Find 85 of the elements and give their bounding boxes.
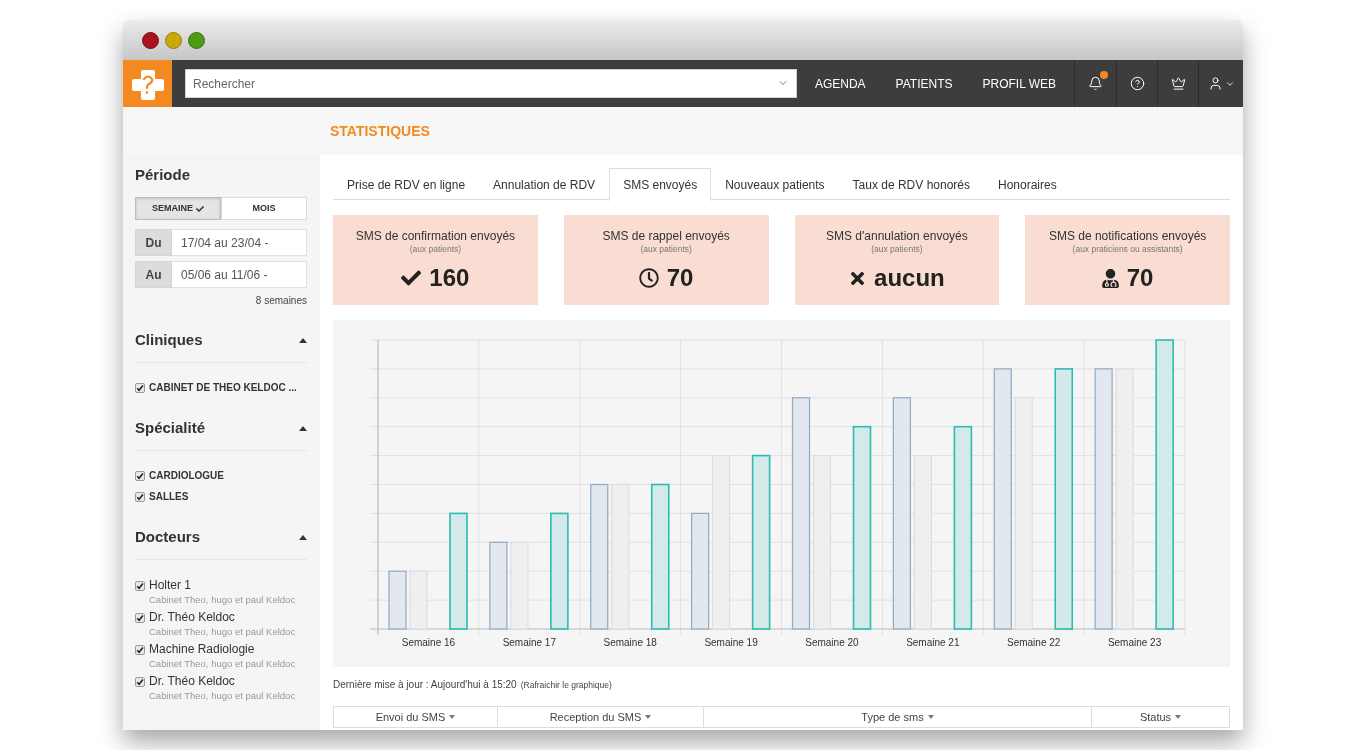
date-label: Au [135, 261, 172, 288]
refresh-link[interactable]: (Rafraichir le graphique) [520, 679, 612, 691]
last-update-text: Dernière mise à jour : Aujourd'hui à 15:20 [333, 679, 517, 691]
section-title: Docteurs [135, 528, 201, 546]
card-value: 160 [429, 264, 470, 292]
x-axis-label: Semaine 19 [704, 637, 758, 648]
tab[interactable]: Prise de RDV en ligne [333, 168, 480, 200]
card-title: SMS de rappel envoyés [602, 229, 730, 244]
tab[interactable]: Annulation de RDV [479, 168, 610, 200]
x-axis-label: Semaine 21 [906, 637, 960, 648]
doctor-clinic: Cabinet Theo, hugo et paul Keldoc [148, 625, 297, 638]
checkbox[interactable] [135, 612, 145, 623]
checkbox[interactable] [135, 492, 145, 502]
sort-caret-icon[interactable] [449, 715, 456, 719]
doctor-clinic: Cabinet Theo, hugo et paul Keldoc [148, 593, 297, 606]
tab[interactable]: Honoraires [984, 168, 1071, 200]
card-value: 70 [666, 264, 694, 292]
x-axis-label: Semaine 17 [502, 637, 556, 648]
doctor-clinic: Cabinet Theo, hugo et paul Keldoc [148, 689, 297, 702]
tab[interactable]: SMS envoyés [609, 168, 712, 201]
period-option[interactable]: SEMAINE [135, 197, 221, 220]
week-count: 8 semaines [255, 295, 307, 307]
close-button[interactable] [142, 31, 159, 49]
card-title: SMS de notifications envoyés [1048, 229, 1207, 244]
tab[interactable]: Nouveaux patients [711, 168, 839, 200]
checkbox[interactable] [135, 471, 145, 481]
nav-link[interactable]: AGENDA [799, 74, 881, 93]
check-icon [196, 204, 204, 213]
x-axis-label: Semaine 23 [1107, 637, 1162, 648]
card-title: SMS d'annulation envoyés [826, 229, 968, 244]
x-axis-label: Semaine 22 [1007, 637, 1061, 648]
user-icon[interactable] [1207, 76, 1223, 91]
card-subtitle: (aux patients) [409, 244, 462, 255]
doctor-name[interactable]: Dr. Théo Keldoc [149, 610, 235, 625]
chart-bar [388, 570, 407, 630]
bell-icon[interactable] [1088, 76, 1103, 91]
clock-icon [638, 268, 659, 288]
checkbox[interactable] [135, 644, 145, 655]
column-header[interactable]: Reception du SMS [498, 706, 704, 728]
triangle-icon[interactable] [299, 337, 307, 343]
column-header[interactable]: Envoi du SMS [333, 706, 498, 728]
section-title: Période [135, 166, 192, 184]
x-axis-label: Semaine 16 [401, 637, 456, 648]
help-icon[interactable] [1129, 76, 1145, 91]
triangle-icon[interactable] [299, 534, 307, 540]
doctor-name[interactable]: Holter 1 [149, 578, 192, 593]
date-field[interactable]: 05/06 au 11/06 - [172, 261, 307, 288]
section-title: Spécialité [135, 419, 206, 437]
checkbox[interactable] [135, 580, 145, 591]
x-axis-label: Semaine 18 [603, 637, 657, 648]
minimize-button[interactable] [165, 31, 182, 49]
checkbox[interactable] [135, 383, 145, 393]
nav-link[interactable]: PROFIL WEB [967, 74, 1072, 93]
doctor-name[interactable]: Dr. Théo Keldoc [149, 674, 235, 689]
doctor-name[interactable]: Machine Radiologie [149, 642, 255, 657]
zoom-button[interactable] [188, 31, 205, 49]
column-header[interactable]: Type de sms [704, 706, 1092, 728]
period-option[interactable]: MOIS [221, 197, 307, 220]
filter-label[interactable]: CARDIOLOGUE [149, 469, 224, 483]
card-value: 70 [1126, 264, 1154, 292]
crown-icon[interactable] [1170, 76, 1186, 91]
triangle-icon[interactable] [299, 425, 307, 431]
card-subtitle: (aux patients) [640, 244, 692, 255]
x-axis-label: Semaine 20 [805, 637, 859, 648]
date-label: Du [135, 229, 172, 256]
doctor-icon [1101, 268, 1119, 288]
checkbox[interactable] [135, 676, 145, 687]
sort-caret-icon[interactable] [1175, 715, 1182, 719]
tab[interactable]: Taux de RDV honorés [838, 168, 984, 200]
card-subtitle: (aux praticiens ou assistants) [1072, 244, 1183, 255]
search-field[interactable]: Rechercher [185, 69, 797, 98]
page-title: STATISTIQUES [330, 121, 430, 141]
card-value: aucun [874, 264, 945, 292]
section-title: Cliniques [135, 331, 203, 349]
nav-link[interactable]: PATIENTS [880, 74, 968, 93]
doctor-clinic: Cabinet Theo, hugo et paul Keldoc [148, 657, 297, 670]
filter-label[interactable]: CABINET DE THEO KELDOC ... [149, 381, 297, 395]
sort-caret-icon[interactable] [645, 715, 652, 719]
column-header[interactable]: Status [1092, 706, 1230, 728]
card-subtitle: (aux patients) [871, 244, 923, 255]
card-title: SMS de confirmation envoyés [355, 229, 516, 244]
sort-caret-icon[interactable] [927, 715, 934, 719]
check-icon [401, 268, 422, 288]
date-field[interactable]: 17/04 au 23/04 - [172, 229, 307, 256]
filter-label[interactable]: SALLES [149, 490, 189, 504]
